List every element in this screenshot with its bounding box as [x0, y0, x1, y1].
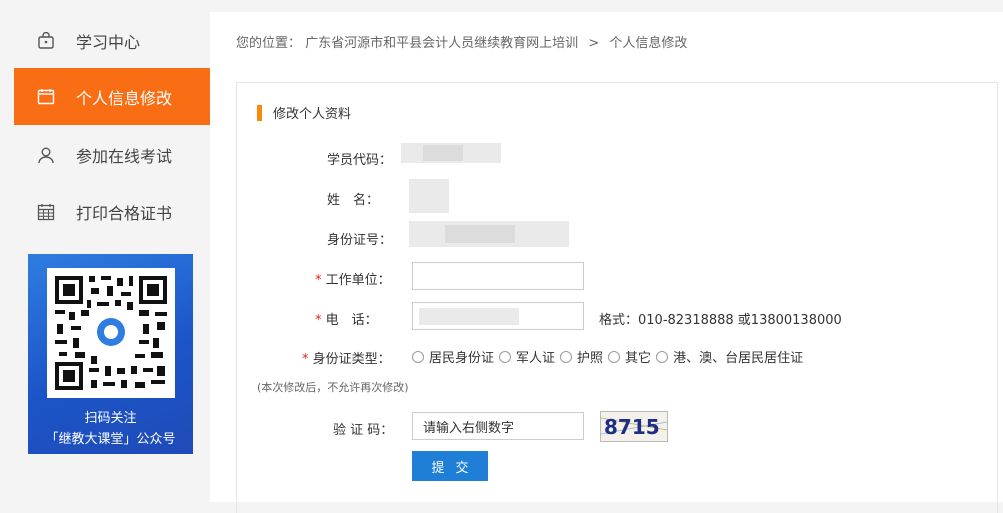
sidebar-item-profile-edit[interactable]: 个人信息修改 — [14, 68, 224, 125]
breadcrumb-prefix: 您的位置： — [236, 36, 302, 51]
breadcrumb-link[interactable]: 广东省河源市和平县会计人员继续教育网上培训 — [305, 36, 578, 51]
id-type-radio-group: 居民身份证 军人证 护照 其它 港、澳、台居民居住证 — [412, 347, 808, 366]
qr-caption-line2: 「继教大课堂」公众号 — [45, 432, 176, 447]
captcha-label: 验 证 码： — [333, 423, 394, 438]
redaction-block — [423, 145, 463, 161]
sidebar-item-label: 学习中心 — [76, 32, 141, 52]
name-label: 姓 名： — [327, 193, 380, 208]
sidebar-item-label: 个人信息修改 — [76, 88, 173, 108]
redaction-block — [445, 225, 515, 243]
submit-button[interactable]: 提交 — [412, 451, 488, 481]
radio-circle[interactable] — [499, 350, 512, 363]
id-type-option-passport[interactable]: 护照 — [560, 347, 603, 366]
radio-circle[interactable] — [412, 350, 424, 363]
student-code-label: 学员代码： — [327, 153, 393, 168]
id-type-option-hmt-residence[interactable]: 港、澳、台居民居住证 — [656, 347, 803, 366]
name-value-redacted — [409, 179, 449, 213]
panel-title: 修改个人资料 — [257, 103, 351, 122]
id-number-label: 身份证号： — [327, 233, 393, 248]
radio-circle[interactable] — [608, 350, 621, 363]
phone-format-hint: 格式：010-82318888 或13800138000 — [599, 313, 842, 328]
sidebar: 学习中心 个人信息修改 参加在线考试 打印合格证书 扫码关注 「继教大课堂」公众… — [0, 0, 224, 502]
lock-bag-icon — [36, 31, 56, 51]
calendar-grid-icon — [36, 202, 56, 222]
panel-title-text: 修改个人资料 — [273, 107, 352, 122]
calendar-icon — [36, 87, 56, 107]
main-content: 您的位置： 广东省河源市和平县会计人员继续教育网上培训 > 个人信息修改 修改个… — [210, 12, 1003, 513]
breadcrumb-separator: > — [588, 36, 600, 51]
qr-code — [47, 268, 175, 398]
sidebar-item-print-certificate[interactable]: 打印合格证书 — [14, 183, 216, 240]
id-type-label: * 身份证类型： — [302, 352, 391, 367]
sidebar-item-label: 参加在线考试 — [76, 146, 173, 166]
breadcrumb: 您的位置： 广东省河源市和平县会计人员继续教育网上培训 > 个人信息修改 — [236, 32, 687, 51]
user-icon — [36, 145, 56, 165]
profile-form-panel: 修改个人资料 学员代码： 姓 名： 身份证号： * 工作单位： * 电 话： 格… — [236, 82, 998, 513]
radio-circle[interactable] — [560, 350, 573, 363]
captcha-input[interactable]: 请输入右侧数字 — [412, 412, 584, 440]
qr-promo: 扫码关注 「继教大课堂」公众号 — [28, 254, 193, 454]
breadcrumb-current: 个人信息修改 — [609, 36, 688, 51]
sidebar-item-online-exam[interactable]: 参加在线考试 — [14, 126, 216, 183]
phone-label: * 电 话： — [315, 313, 378, 328]
id-type-option-resident[interactable]: 居民身份证 — [412, 347, 494, 366]
edit-once-note: (本次修改后，不允许再次修改) — [257, 381, 409, 394]
phone-value-redacted — [419, 308, 519, 325]
phone-input[interactable] — [412, 302, 584, 330]
id-type-option-military[interactable]: 军人证 — [499, 347, 555, 366]
captcha-digits: 8715 — [604, 415, 660, 439]
id-type-option-other[interactable]: 其它 — [608, 347, 651, 366]
sidebar-item-study-center[interactable]: 学习中心 — [14, 12, 216, 69]
qr-caption-line1: 扫码关注 — [84, 411, 137, 426]
captcha-image[interactable]: 8715 — [600, 411, 668, 442]
title-accent-bar — [257, 104, 262, 121]
workplace-input[interactable] — [412, 262, 584, 290]
sidebar-item-label: 打印合格证书 — [76, 203, 173, 223]
radio-circle[interactable] — [656, 350, 669, 363]
workplace-label: * 工作单位： — [315, 273, 391, 288]
